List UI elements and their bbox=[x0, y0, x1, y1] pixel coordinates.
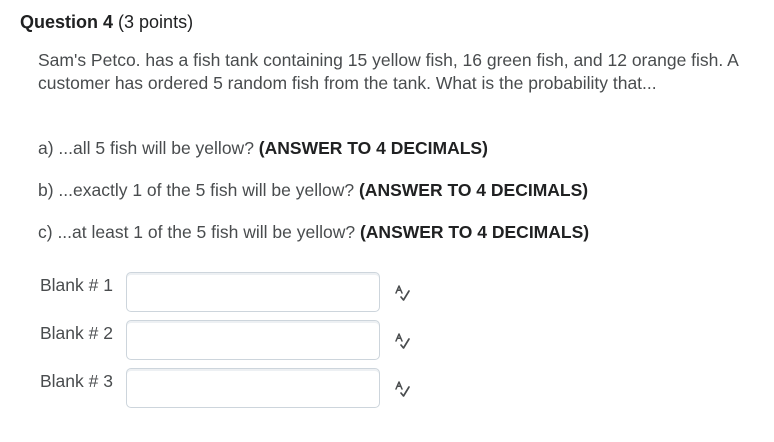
spellcheck-icon[interactable] bbox=[393, 284, 411, 302]
blank-label-1: Blank # 1 bbox=[40, 275, 113, 295]
question-body: Sam's Petco. has a fish tank containing … bbox=[38, 50, 738, 93]
part-a: a) ...all 5 fish will be yellow? (ANSWER… bbox=[38, 137, 488, 160]
part-b: b) ...exactly 1 of the 5 fish will be ye… bbox=[38, 179, 588, 202]
part-b-text: b) ...exactly 1 of the 5 fish will be ye… bbox=[38, 180, 359, 200]
part-b-note: (ANSWER TO 4 DECIMALS) bbox=[358, 180, 589, 200]
blank-row-1: Blank # 1 bbox=[40, 272, 440, 314]
blank-label-2: Blank # 2 bbox=[40, 323, 113, 343]
blank-input-2[interactable] bbox=[126, 320, 380, 360]
part-a-text: a) ...all 5 fish will be yellow? bbox=[38, 138, 259, 158]
part-c-text: c) ...at least 1 of the 5 fish will be y… bbox=[38, 222, 360, 242]
blank-input-3[interactable] bbox=[126, 368, 380, 408]
part-a-note: (ANSWER TO 4 DECIMALS) bbox=[258, 138, 488, 158]
spellcheck-icon[interactable] bbox=[393, 332, 411, 350]
blank-input-1[interactable] bbox=[126, 272, 380, 312]
spellcheck-icon[interactable] bbox=[393, 380, 411, 398]
blank-row-3: Blank # 3 bbox=[40, 368, 440, 410]
question-header: Question 4 (3 points) bbox=[20, 10, 193, 34]
question-title: Question 4 bbox=[20, 12, 114, 32]
blank-row-2: Blank # 2 bbox=[40, 320, 440, 362]
part-c: c) ...at least 1 of the 5 fish will be y… bbox=[38, 221, 589, 244]
part-c-note: (ANSWER TO 4 DECIMALS) bbox=[359, 222, 590, 242]
blank-label-3: Blank # 3 bbox=[40, 371, 113, 391]
question-points: (3 points) bbox=[118, 12, 194, 32]
